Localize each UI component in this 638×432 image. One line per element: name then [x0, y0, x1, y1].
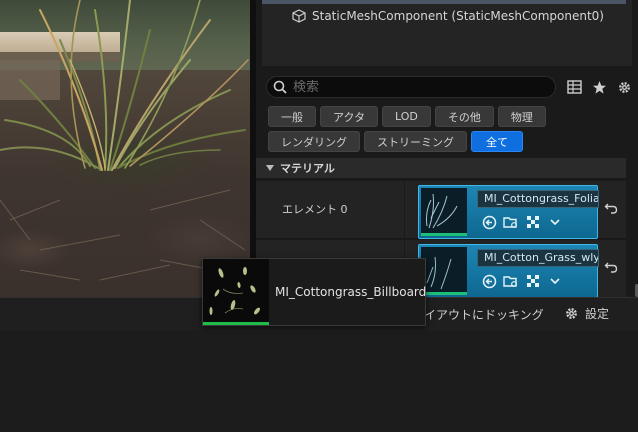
filter-general[interactable]: 一般	[268, 106, 316, 127]
cottongrass-billboard-preview	[209, 267, 260, 315]
reset-arrow-icon[interactable]	[604, 201, 618, 215]
browse-folder-icon[interactable]	[503, 214, 519, 230]
element-label: エレメント 0	[282, 203, 348, 216]
component-label: StaticMeshComponent (StaticMeshComponent…	[312, 9, 604, 23]
use-selected-icon[interactable]	[481, 273, 497, 289]
component-tree-selected-row[interactable]	[262, 0, 626, 4]
grass-foliage	[0, 0, 249, 281]
content-drawer-area	[0, 331, 638, 432]
filter-row-2: レンダリング ストリーミング 全て	[268, 131, 638, 152]
filter-row-1: 一般 アクタ LOD その他 物理	[268, 106, 638, 127]
material-thumbnail[interactable]	[421, 188, 467, 236]
filter-lod[interactable]: LOD	[382, 106, 431, 127]
dragged-asset-thumbnail	[203, 259, 269, 325]
filter-actor[interactable]: アクタ	[320, 106, 379, 127]
settings-button[interactable]: 設定	[564, 305, 609, 322]
material-tools	[481, 214, 563, 230]
material-name-field[interactable]: MI_Cotton_Grass_wlyke	[477, 249, 599, 267]
collapse-arrow-icon	[266, 165, 274, 171]
material-thumbnail[interactable]	[421, 247, 467, 295]
checker-texture-icon[interactable]	[525, 214, 541, 230]
filter-all[interactable]: 全て	[471, 131, 523, 152]
material-name-field[interactable]: MI_Cottongrass_Foliage	[477, 190, 599, 208]
filter-physics[interactable]: 物理	[497, 106, 546, 127]
details-panel: StaticMeshComponent (StaticMeshComponent…	[250, 0, 638, 298]
material-slot[interactable]: MI_Cottongrass_Foliage	[418, 185, 599, 239]
material-slot[interactable]: MI_Cotton_Grass_wlyke	[418, 244, 599, 298]
settings-label: 設定	[585, 307, 610, 321]
details-scrollbar[interactable]	[634, 158, 638, 297]
column-divider	[404, 181, 405, 239]
cube-icon	[292, 9, 306, 23]
cottongrass-preview	[426, 193, 458, 229]
category-filters: 一般 アクタ LOD その他 物理 レンダリング ストリーミング 全て	[268, 106, 638, 156]
drag-drop-asset-tooltip: MI_Cottongrass_Billboard	[202, 258, 426, 326]
material-element-row: エレメント 0 MI_Cottongrass_Foliage	[256, 181, 626, 239]
details-toolbar	[566, 76, 632, 98]
star-icon[interactable]	[591, 79, 607, 95]
dragged-asset-name: MI_Cottongrass_Billboard	[275, 285, 427, 299]
component-row[interactable]: StaticMeshComponent (StaticMeshComponent…	[292, 6, 604, 26]
table-icon[interactable]	[566, 79, 582, 95]
cottongrass-preview	[426, 256, 452, 290]
filter-misc[interactable]: その他	[434, 106, 494, 127]
search-icon	[273, 80, 287, 94]
filter-rendering[interactable]: レンダリング	[268, 131, 360, 152]
category-title: マテリアル	[280, 162, 335, 175]
use-selected-icon[interactable]	[481, 214, 497, 230]
gear-icon	[566, 308, 577, 319]
level-viewport[interactable]	[0, 0, 250, 297]
chevron-down-icon[interactable]	[547, 273, 563, 289]
search-input[interactable]	[293, 79, 533, 95]
filter-streaming[interactable]: ストリーミング	[364, 131, 467, 152]
chevron-down-icon[interactable]	[547, 214, 563, 230]
checker-texture-icon[interactable]	[525, 273, 541, 289]
dock-in-layout-button[interactable]: イアウトにドッキング	[424, 306, 544, 323]
gear-icon[interactable]	[616, 79, 632, 95]
search-box[interactable]	[266, 76, 556, 98]
browse-folder-icon[interactable]	[503, 273, 519, 289]
reset-arrow-icon[interactable]	[604, 260, 618, 274]
material-tools	[481, 273, 563, 289]
material-category-header[interactable]: マテリアル	[256, 158, 626, 178]
